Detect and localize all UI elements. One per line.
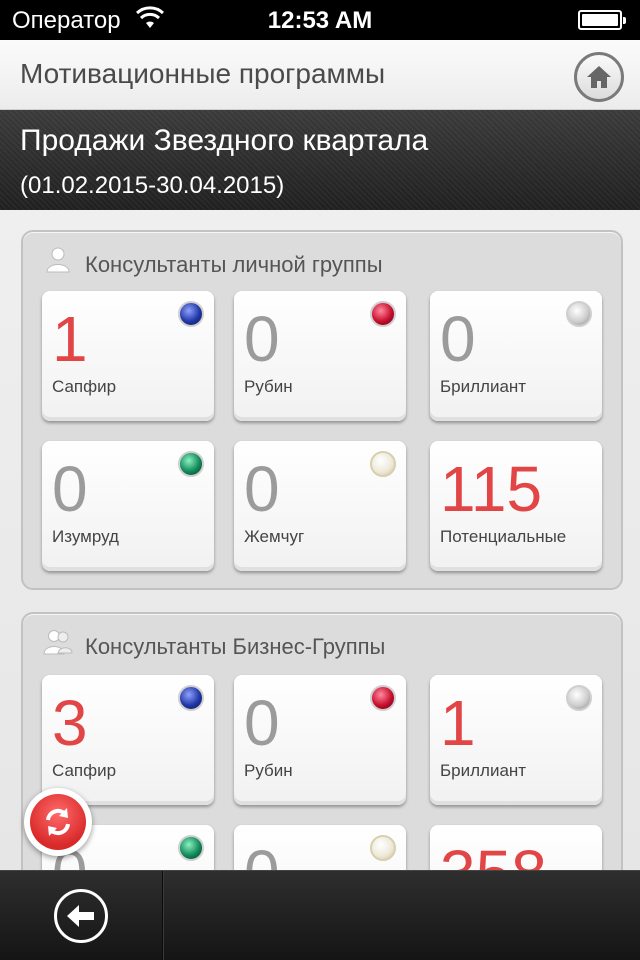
stat-label: Сапфир (52, 761, 117, 780)
stat-value: 1 (440, 687, 476, 759)
stat-card-pearl[interactable]: 0 Жемчуг (234, 441, 406, 571)
emerald-icon (178, 451, 204, 477)
content-scroll[interactable]: Консультанты личной группы 1 Сапфир 0 Ру… (0, 210, 640, 870)
battery-icon (578, 10, 626, 30)
status-bar: Оператор 12:53 AM (0, 0, 640, 40)
program-period: (01.02.2015-30.04.2015) (20, 172, 285, 199)
stat-card-sapphire[interactable]: 3 Сапфир (42, 675, 214, 805)
refresh-icon (46, 808, 70, 836)
stat-value: 0 (440, 303, 476, 375)
toolbar-divider (162, 871, 164, 960)
home-icon (587, 66, 611, 88)
ruby-icon (370, 301, 396, 327)
stat-value: 0 (244, 687, 280, 759)
refresh-button[interactable] (24, 788, 92, 856)
stat-card-pearl[interactable]: 0 (234, 825, 406, 870)
nav-bar: Мотивационные программы (0, 40, 640, 110)
stat-card-ruby[interactable]: 0 Рубин (234, 675, 406, 805)
stat-value: 0 (52, 453, 88, 525)
pearl-icon (370, 451, 396, 477)
stat-card-sapphire[interactable]: 1 Сапфир (42, 291, 214, 421)
stat-label: Сапфир (52, 377, 117, 396)
stat-label: Изумруд (52, 527, 119, 546)
stat-label: Потенциальные (440, 527, 567, 546)
sapphire-icon (178, 301, 204, 327)
bottom-toolbar (0, 870, 640, 960)
stat-value: 358 (440, 841, 547, 870)
back-button[interactable] (54, 889, 108, 943)
stat-card-potential[interactable]: 358 (430, 825, 602, 870)
program-banner: Продажи Звездного квартала (01.02.2015-3… (0, 110, 640, 210)
page-title: Мотивационные программы (20, 58, 386, 89)
business-group-panel: Консультанты Бизнес-Группы 3 Сапфир 0 Ру… (21, 612, 623, 870)
personal-group-panel: Консультанты личной группы 1 Сапфир 0 Ру… (21, 230, 623, 590)
pearl-icon (370, 835, 396, 861)
emerald-icon (178, 835, 204, 861)
stat-value: 0 (244, 841, 280, 870)
stat-card-emerald[interactable]: 0 Изумруд (42, 441, 214, 571)
stat-card-diamond[interactable]: 0 Бриллиант (430, 291, 602, 421)
stat-value: 115 (440, 453, 543, 525)
stat-label: Бриллиант (440, 761, 527, 780)
stat-label: Рубин (244, 377, 293, 396)
stat-label: Бриллиант (440, 377, 527, 396)
personal-group-heading: Консультанты личной группы (85, 252, 383, 277)
stat-card-potential[interactable]: 115 Потенциальные (430, 441, 602, 571)
business-group-heading: Консультанты Бизнес-Группы (85, 634, 386, 659)
stat-value: 0 (244, 453, 280, 525)
stat-card-ruby[interactable]: 0 Рубин (234, 291, 406, 421)
diamond-icon (566, 685, 592, 711)
home-button[interactable] (574, 52, 624, 102)
back-arrow-icon (67, 905, 94, 927)
person-icon (46, 247, 70, 273)
stat-value: 0 (244, 303, 280, 375)
group-icon (43, 630, 73, 655)
stat-value: 3 (52, 687, 88, 759)
sapphire-icon (178, 685, 204, 711)
stat-value: 1 (52, 303, 88, 375)
stat-label: Рубин (244, 761, 293, 780)
ruby-icon (370, 685, 396, 711)
diamond-icon (566, 301, 592, 327)
stat-label: Жемчуг (244, 527, 305, 546)
program-title: Продажи Звездного квартала (20, 124, 429, 157)
stat-card-diamond[interactable]: 1 Бриллиант (430, 675, 602, 805)
clock: 12:53 AM (267, 7, 373, 34)
